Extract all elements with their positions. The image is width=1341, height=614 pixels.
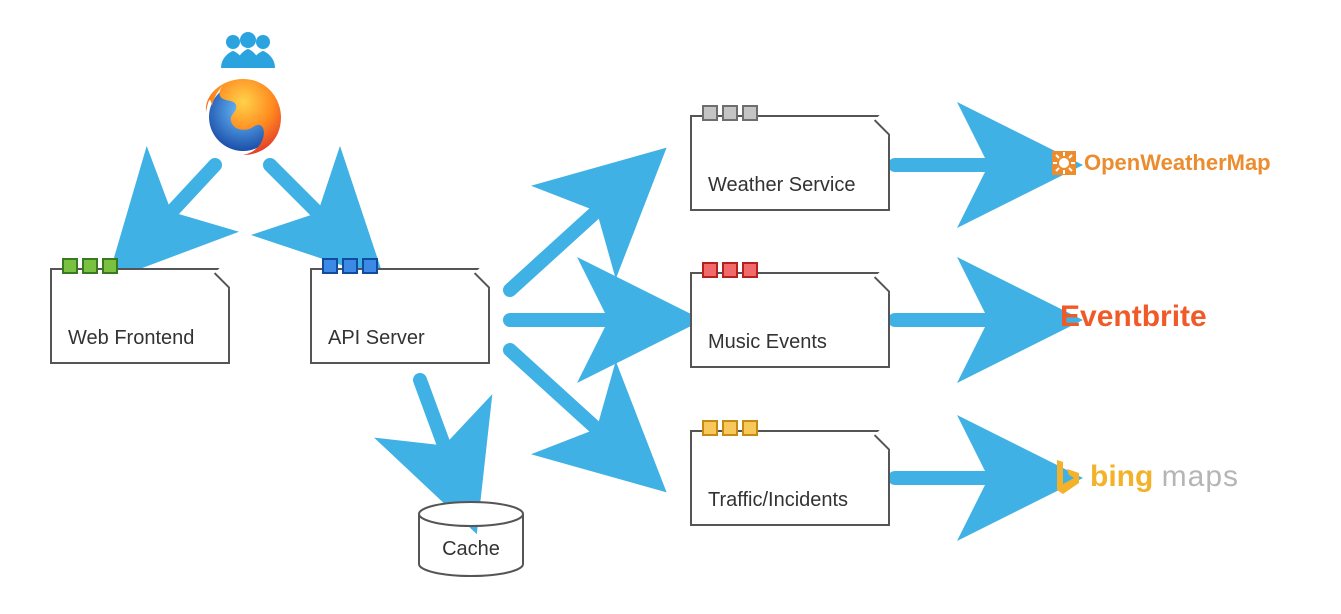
eventbrite-text: Eventbrite [1060,300,1207,334]
folded-corner [208,268,230,290]
node-web-frontend: Web Frontend [50,268,230,364]
firefox-icon [198,72,288,167]
arrow-browser-to-apiserver [270,165,340,235]
node-traffic-incidents: Traffic/Incidents [690,430,890,526]
tab-box [702,262,718,278]
traffic-tabs [702,420,758,436]
tab-box [342,258,358,274]
tab-box [82,258,98,274]
folded-corner [868,272,890,294]
bing-brand-text: bing [1090,460,1153,493]
architecture-diagram: Web Frontend API Server Weather Service … [0,0,1341,614]
web-frontend-tabs [62,258,118,274]
tab-box [722,105,738,121]
node-cache: Cache [416,500,526,580]
folded-corner [468,268,490,290]
tab-box [62,258,78,274]
tab-box [722,420,738,436]
logo-bing-maps: bing maps [1052,458,1239,496]
web-frontend-label: Web Frontend [68,327,194,350]
tab-box [742,105,758,121]
logo-eventbrite: Eventbrite [1060,300,1207,334]
weather-label: Weather Service [708,174,855,197]
tab-box [702,105,718,121]
folded-corner [868,115,890,137]
bing-icon [1052,458,1082,496]
tab-box [742,262,758,278]
folded-corner [868,430,890,452]
sun-icon [1052,151,1076,175]
api-server-tabs [322,258,378,274]
tab-box [742,420,758,436]
arrow-browser-to-webfrontend [150,165,215,235]
node-api-server: API Server [310,268,490,364]
openweathermap-text: OpenWeatherMap [1084,150,1271,176]
tab-box [322,258,338,274]
music-label: Music Events [708,331,827,354]
traffic-label: Traffic/Incidents [708,489,848,512]
tab-box [362,258,378,274]
arrow-api-to-weather [510,190,620,290]
tab-box [722,262,738,278]
weather-tabs [702,105,758,121]
arrow-api-to-cache [420,380,455,475]
node-music-events: Music Events [690,272,890,368]
tab-box [102,258,118,274]
music-tabs [702,262,758,278]
arrow-api-to-traffic [510,350,620,450]
node-weather-service: Weather Service [690,115,890,211]
tab-box [702,420,718,436]
cache-label: Cache [416,538,526,561]
logo-openweathermap: OpenWeatherMap [1052,150,1271,176]
bing-maps-text: maps [1162,460,1239,493]
api-server-label: API Server [328,327,425,350]
users-icon [218,32,278,73]
